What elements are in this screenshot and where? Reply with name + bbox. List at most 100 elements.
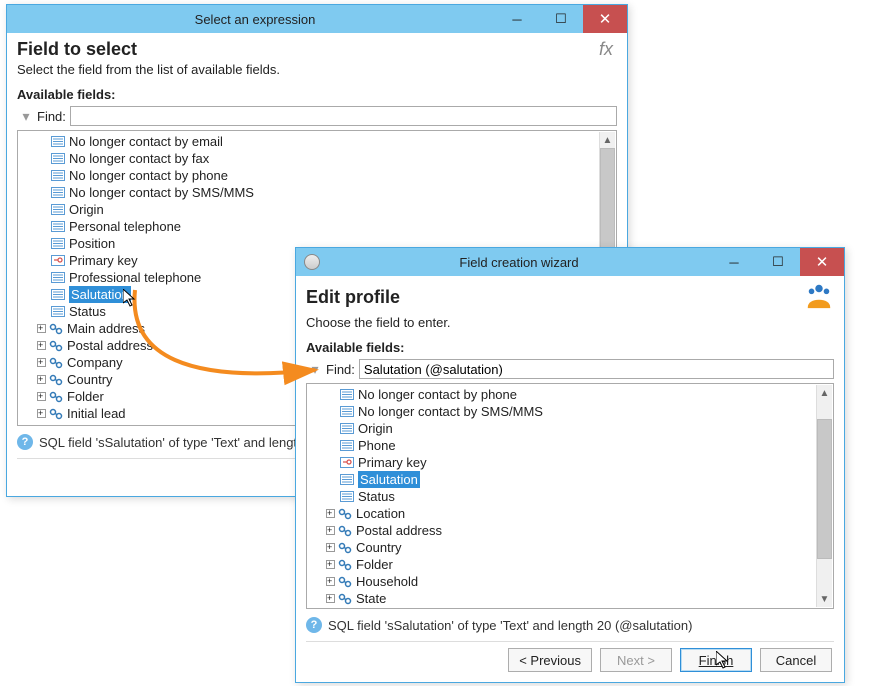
expand-icon[interactable]: + [326,577,335,586]
tree-item[interactable]: +State [309,590,833,607]
tree-item[interactable]: No longer contact by phone [309,386,833,403]
link-icon [337,575,353,589]
expand-icon[interactable]: + [37,324,46,333]
field-icon [50,288,66,302]
scroll-thumb[interactable] [817,419,832,559]
field-icon [50,203,66,217]
field-icon [50,305,66,319]
tree-item[interactable]: Phone [309,437,833,454]
finish-button[interactable]: Finish [680,648,752,672]
field-icon [339,473,355,487]
tree-item-label: Position [69,235,115,252]
field-icon [50,186,66,200]
find-label: Find: [37,109,66,124]
window-controls: ─ ☐ ✕ [712,248,844,276]
available-fields-label: Available fields: [17,87,617,102]
maximize-button[interactable]: ☐ [756,248,800,276]
tree-item-label: No longer contact by phone [69,167,228,184]
window-controls: ─ ☐ ✕ [495,5,627,33]
dialog-subheading: Choose the field to enter. [306,315,834,330]
field-icon [339,405,355,419]
close-button[interactable]: ✕ [800,248,844,276]
expand-icon[interactable]: + [326,509,335,518]
minimize-button[interactable]: ─ [495,5,539,33]
maximize-button[interactable]: ☐ [539,5,583,33]
cancel-button[interactable]: Cancel [760,648,832,672]
tree-item[interactable]: No longer contact by SMS/MMS [20,184,616,201]
tree-item-label: Folder [67,388,104,405]
window-title: Select an expression [15,12,495,27]
scrollbar[interactable]: ▲ ▼ [816,385,832,607]
scroll-down[interactable]: ▼ [817,591,832,607]
expand-icon[interactable]: + [37,375,46,384]
tree-item-label: Phone [358,437,396,454]
filter-icon[interactable]: ▾ [306,361,324,378]
tree-item-label: Status [69,303,106,320]
tree-item[interactable]: No longer contact by email [20,133,616,150]
tree-item-label: Personal telephone [69,218,181,235]
tree-item-label: Status [358,488,395,505]
titlebar[interactable]: Select an expression ─ ☐ ✕ [7,5,627,33]
tree-item[interactable]: +Household [309,573,833,590]
find-input[interactable] [359,359,834,379]
field-icon [50,152,66,166]
status-text: SQL field 'sSalutation' of type 'Text' a… [328,618,692,633]
field-icon [339,490,355,504]
tree-item[interactable]: No longer contact by SMS/MMS [309,403,833,420]
people-icon [804,282,834,313]
link-icon [337,558,353,572]
field-icon [50,271,66,285]
info-icon: ? [17,434,33,450]
next-button[interactable]: Next > [600,648,672,672]
tree-item-label: Professional telephone [69,269,201,286]
link-icon [48,322,64,336]
tree-item-label: Primary key [69,252,138,269]
expand-icon[interactable]: + [326,594,335,603]
tree-item[interactable]: Primary key [309,454,833,471]
tree-item-label: Initial lead [67,405,126,422]
previous-button[interactable]: < Previous [508,648,592,672]
expand-icon[interactable]: + [326,560,335,569]
scroll-up[interactable]: ▲ [817,385,832,401]
expand-icon[interactable]: + [37,341,46,350]
app-icon [304,254,320,270]
find-input[interactable] [70,106,617,126]
field-icon [50,135,66,149]
scroll-up[interactable]: ▲ [600,132,615,148]
tree-item[interactable]: +Location [309,505,833,522]
tree-item[interactable]: Salutation [309,471,833,488]
field-tree[interactable]: No longer contact by phoneNo longer cont… [306,383,834,609]
tree-item[interactable]: +Postal address [309,522,833,539]
find-label: Find: [326,362,355,377]
dialog-subheading: Select the field from the list of availa… [17,62,617,77]
tree-item[interactable]: Status [309,488,833,505]
expand-icon[interactable]: + [326,543,335,552]
tree-item-label: Country [356,539,402,556]
field-icon [50,169,66,183]
expand-icon[interactable]: + [37,358,46,367]
tree-item-label: Company [67,354,123,371]
filter-icon[interactable]: ▾ [17,108,35,125]
minimize-button[interactable]: ─ [712,248,756,276]
field-icon [339,388,355,402]
field-icon [50,237,66,251]
tree-item[interactable]: Origin [20,201,616,218]
tree-item[interactable]: Origin [309,420,833,437]
close-button[interactable]: ✕ [583,5,627,33]
available-fields-label: Available fields: [306,340,834,355]
key-icon [339,456,355,470]
link-icon [337,524,353,538]
link-icon [337,507,353,521]
window-title: Field creation wizard [326,255,712,270]
field-creation-wizard-window: Field creation wizard ─ ☐ ✕ Edit profile… [295,247,845,683]
expand-icon[interactable]: + [37,409,46,418]
tree-item[interactable]: No longer contact by fax [20,150,616,167]
expand-icon[interactable]: + [37,392,46,401]
tree-item-label: Primary key [358,454,427,471]
titlebar[interactable]: Field creation wizard ─ ☐ ✕ [296,248,844,276]
tree-item[interactable]: +Folder [309,556,833,573]
expand-icon[interactable]: + [326,526,335,535]
tree-item[interactable]: Personal telephone [20,218,616,235]
tree-item[interactable]: No longer contact by phone [20,167,616,184]
tree-item[interactable]: + Country [309,539,833,556]
